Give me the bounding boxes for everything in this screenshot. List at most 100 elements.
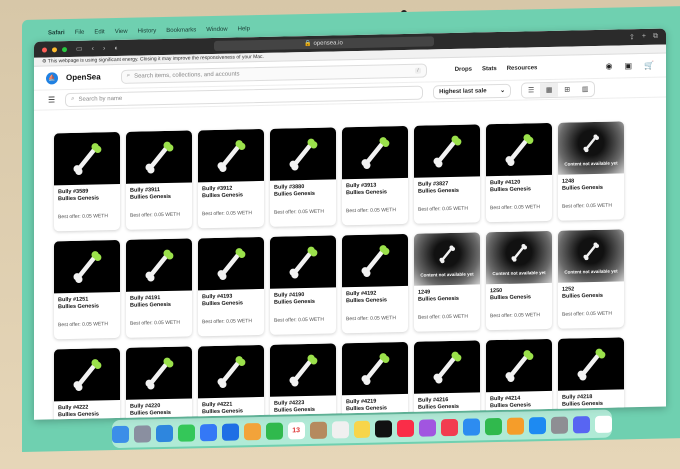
nft-card[interactable]: Bully #4192 Bullies Genesis Best offer: …	[342, 233, 408, 334]
nft-card[interactable]: Content not available yet 1250 Bullies G…	[486, 230, 552, 331]
nft-card[interactable]: Bully #3827 Bullies Genesis Best offer: …	[414, 124, 480, 224]
nft-card[interactable]: Bully #4218 Bullies Genesis	[558, 337, 624, 420]
nft-card[interactable]: Bully #4221 Bullies Genesis	[198, 344, 264, 420]
nav-resources[interactable]: Resources	[507, 65, 538, 72]
nft-image[interactable]	[198, 128, 264, 183]
nft-image[interactable]	[486, 122, 552, 177]
name-search-input[interactable]: ⌕ Search by name	[65, 85, 424, 107]
menu-file[interactable]: File	[75, 30, 85, 36]
facetime-icon[interactable]	[265, 422, 283, 440]
nft-image[interactable]	[558, 337, 624, 391]
photos-icon[interactable]	[243, 422, 261, 440]
menu-window[interactable]: Window	[206, 27, 227, 33]
privacy-icon[interactable]: ◐	[114, 44, 118, 51]
launchpad-icon[interactable]	[133, 424, 151, 443]
appstore-icon[interactable]	[529, 416, 547, 434]
forward-icon[interactable]: ›	[103, 45, 105, 52]
nft-image[interactable]: Content not available yet	[558, 121, 624, 175]
share-icon[interactable]: ⇪	[629, 33, 635, 41]
nft-card[interactable]: Bully #4120 Bullies Genesis Best offer: …	[486, 122, 552, 223]
nft-card[interactable]: Bully #4193 Bullies Genesis Best offer: …	[198, 236, 264, 337]
new-tab-icon[interactable]: +	[642, 33, 646, 41]
nft-card[interactable]: Bully #4219 Bullies Genesis	[342, 341, 408, 420]
nft-image[interactable]	[414, 340, 480, 394]
nft-image[interactable]	[270, 343, 336, 397]
cart-icon[interactable]: 🛒	[644, 61, 654, 70]
nft-image[interactable]	[414, 124, 480, 178]
nft-image[interactable]: Content not available yet	[558, 229, 624, 283]
nft-image[interactable]	[54, 239, 120, 294]
nft-image[interactable]: Content not available yet	[414, 232, 480, 286]
menu-app-name[interactable]: Safari	[48, 30, 65, 36]
appstore-a-icon[interactable]	[221, 422, 239, 441]
tab-overview-icon[interactable]: ⧉	[653, 33, 658, 41]
nft-card[interactable]: Bully #3913 Bullies Genesis Best offer: …	[342, 125, 408, 226]
wallet-icon[interactable]: ▣	[624, 61, 632, 70]
opensea-logo-text[interactable]: OpenSea	[66, 72, 101, 82]
nft-card[interactable]: Bully #4191 Bullies Genesis Best offer: …	[126, 238, 192, 338]
grid-view-icon[interactable]: ⊞	[558, 82, 576, 96]
list-view-icon[interactable]: ☰	[522, 83, 540, 97]
back-icon[interactable]: ‹	[92, 45, 94, 52]
nft-card[interactable]: Bully #3911 Bullies Genesis Best offer: …	[126, 130, 192, 230]
nav-stats[interactable]: Stats	[482, 66, 497, 72]
nft-card[interactable]: Bully #4216 Bullies Genesis	[414, 340, 480, 420]
safari-icon[interactable]	[155, 424, 173, 442]
pages-icon[interactable]	[507, 416, 525, 435]
sort-dropdown[interactable]: Highest last sale ⌄	[433, 83, 512, 99]
reminders-icon[interactable]	[331, 420, 349, 439]
global-search-input[interactable]: ⌕ Search items, collections, and account…	[120, 63, 427, 84]
nft-card[interactable]: Bully #4190 Bullies Genesis Best offer: …	[270, 235, 336, 335]
finder-icon[interactable]	[112, 425, 129, 443]
nft-card[interactable]: Bully #3912 Bullies Genesis Best offer: …	[198, 128, 264, 229]
nft-image[interactable]	[126, 130, 192, 184]
messages-icon[interactable]	[177, 423, 195, 442]
nft-image[interactable]	[342, 125, 408, 180]
close-window-button[interactable]	[42, 46, 47, 53]
nft-image[interactable]	[270, 127, 336, 181]
nft-image[interactable]	[126, 346, 192, 400]
nav-drops[interactable]: Drops	[455, 66, 472, 72]
discord-icon[interactable]	[573, 415, 590, 433]
document-icon[interactable]	[595, 415, 612, 433]
grid-small-view-icon[interactable]: ▥	[576, 82, 594, 96]
podcasts-icon[interactable]	[419, 418, 437, 437]
music-icon[interactable]	[397, 419, 415, 437]
filter-icon[interactable]: ☰	[48, 95, 55, 104]
menu-history[interactable]: History	[138, 28, 157, 34]
sidebar-icon[interactable]: ▭	[76, 45, 83, 53]
notes-icon[interactable]	[353, 420, 371, 438]
nft-card[interactable]: Content not available yet 1249 Bullies G…	[414, 232, 480, 332]
news-icon[interactable]	[441, 418, 459, 436]
settings-icon[interactable]	[551, 416, 569, 434]
nft-image[interactable]	[54, 131, 120, 186]
menu-edit[interactable]: Edit	[94, 29, 104, 35]
nft-card[interactable]: Bully #1251 Bullies Genesis Best offer: …	[54, 239, 120, 340]
nft-card[interactable]: Content not available yet 1252 Bullies G…	[558, 229, 624, 329]
mail-icon[interactable]	[199, 423, 217, 441]
nft-image[interactable]	[342, 341, 408, 396]
menu-view[interactable]: View	[115, 29, 128, 35]
nft-image[interactable]	[126, 238, 192, 292]
calendar-icon[interactable]: 13	[287, 421, 305, 439]
nft-card[interactable]: Bully #4222 Bullies Genesis	[54, 347, 120, 420]
nft-card[interactable]: Bully #4214 Bullies Genesis	[486, 338, 552, 420]
nft-image[interactable]	[198, 236, 264, 291]
nft-image[interactable]	[342, 233, 408, 288]
numbers-icon[interactable]	[485, 417, 503, 435]
nft-image[interactable]: Content not available yet	[486, 230, 552, 285]
nft-card[interactable]: Bully #3589 Bullies Genesis Best offer: …	[54, 131, 120, 232]
nft-card[interactable]: Bully #4220 Bullies Genesis	[126, 346, 192, 420]
tv-icon[interactable]	[375, 419, 393, 438]
nft-image[interactable]	[270, 235, 336, 289]
nft-image[interactable]	[198, 344, 264, 399]
menu-help[interactable]: Help	[238, 26, 250, 32]
contacts-icon[interactable]	[309, 421, 327, 439]
grid-large-view-icon[interactable]: ▦	[540, 82, 559, 97]
zoom-window-button[interactable]	[62, 46, 67, 52]
nft-card[interactable]: Bully #4223 Bullies Genesis	[270, 343, 336, 420]
profile-icon[interactable]: ◉	[605, 62, 612, 71]
keynote-icon[interactable]	[463, 417, 481, 436]
nft-card[interactable]: Bully #3880 Bullies Genesis Best offer: …	[270, 127, 336, 227]
minimize-window-button[interactable]	[52, 46, 57, 52]
